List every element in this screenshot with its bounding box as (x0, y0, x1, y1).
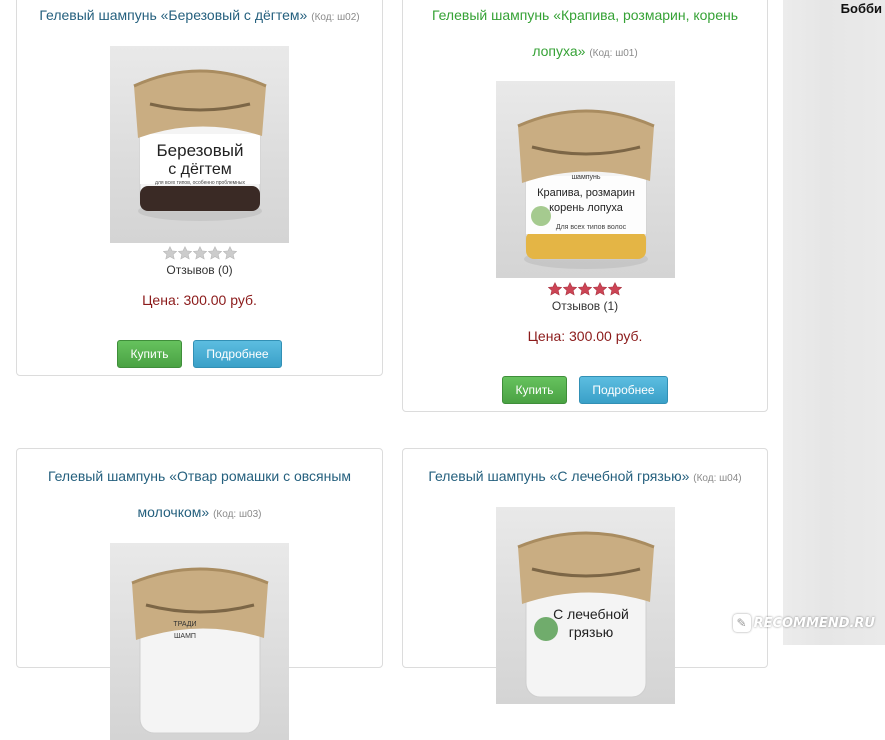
image-label: ШАМП (174, 633, 196, 640)
product-title-text[interactable]: Гелевый шампунь «Отвар ромашки с овсяным (48, 468, 351, 484)
reviews-count[interactable]: Отзывов (0) (17, 263, 382, 277)
buy-button[interactable]: Купить (502, 376, 567, 404)
product-code: (Код: ш04) (693, 473, 742, 484)
details-button[interactable]: Подробнее (579, 376, 668, 404)
star-filled-icon[interactable] (563, 282, 577, 296)
star-empty-icon[interactable] (207, 246, 222, 260)
product-title[interactable]: Гелевый шампунь «Отвар ромашки с овсяным (17, 458, 382, 494)
product-title-line2[interactable]: лопуха» (Код: ш01) (403, 33, 767, 72)
product-image[interactable]: шампунь Крапива, розмарин корень лопуха … (496, 81, 675, 278)
price: Цена: 300.00 руб. (527, 328, 643, 344)
rating-stars[interactable] (403, 282, 767, 296)
star-filled-icon[interactable] (548, 282, 562, 296)
user-name[interactable]: Бобби (841, 1, 882, 16)
image-label: ТРАДИ (173, 621, 196, 628)
product-title-text[interactable]: Гелевый шампунь «С лечебной грязью» (428, 468, 689, 484)
image-label: Для всех типов волос (556, 224, 627, 231)
product-code: (Код: ш02) (311, 12, 360, 23)
product-image[interactable]: С лечебной грязью (496, 507, 675, 704)
product-code: (Код: ш01) (589, 48, 638, 59)
product-image[interactable]: Березовый с дёгтем для всех типов, особе… (110, 46, 289, 243)
recommend-logo-icon: ✎ (732, 614, 751, 632)
image-label: шампунь (571, 174, 600, 181)
product-card-3: Гелевый шампунь «Отвар ромашки с овсяным… (16, 448, 383, 740)
product-code: (Код: ш03) (213, 509, 262, 520)
details-button[interactable]: Подробнее (193, 340, 282, 368)
product-title[interactable]: Гелевый шампунь «Березовый с дёгтем» (Ко… (17, 0, 382, 36)
product-image[interactable]: ТРАДИ ШАМП (110, 543, 289, 740)
star-empty-icon[interactable] (177, 246, 192, 260)
product-title-text[interactable]: лопуха» (532, 43, 585, 59)
product-card-4: Гелевый шампунь «С лечебной грязью» (Код… (402, 448, 768, 704)
star-empty-icon[interactable] (162, 246, 177, 260)
image-label: грязью (569, 624, 614, 640)
star-empty-icon[interactable] (192, 246, 207, 260)
image-label: с дёгтем (168, 161, 232, 178)
image-label: для всех типов, особенно проблемных (155, 180, 245, 186)
product-title-text[interactable]: Гелевый шампунь «Березовый с дёгтем» (39, 7, 307, 23)
product-title-text[interactable]: Гелевый шампунь «Крапива, розмарин, коре… (432, 7, 738, 23)
buy-button[interactable]: Купить (117, 340, 182, 368)
product-title[interactable]: Гелевый шампунь «Крапива, розмарин, коре… (403, 0, 767, 33)
product-title-text[interactable]: молочком» (138, 504, 210, 520)
watermark-text: RECOMMEND.RU (753, 615, 875, 631)
star-filled-icon[interactable] (593, 282, 607, 296)
image-label: С лечебной (553, 606, 629, 622)
product-card-1: Гелевый шампунь «Березовый с дёгтем» (Ко… (16, 0, 383, 376)
price: Цена: 300.00 руб. (142, 292, 257, 308)
star-empty-icon[interactable] (222, 246, 237, 260)
product-title-line2[interactable]: молочком» (Код: ш03) (17, 494, 382, 533)
image-label: корень лопуха (549, 202, 624, 214)
image-label: Березовый (157, 141, 244, 160)
rating-stars[interactable] (17, 246, 382, 260)
reviews-count[interactable]: Отзывов (1) (403, 299, 767, 313)
product-card-2: Гелевый шампунь «Крапива, розмарин, коре… (402, 0, 768, 412)
star-filled-icon[interactable] (578, 282, 592, 296)
right-sidebar: Бобби (783, 0, 885, 645)
image-label: Крапива, розмарин (537, 187, 635, 199)
recommend-watermark: ✎ RECOMMEND.RU (732, 614, 875, 632)
product-title[interactable]: Гелевый шампунь «С лечебной грязью» (Код… (403, 458, 767, 497)
star-filled-icon[interactable] (608, 282, 622, 296)
